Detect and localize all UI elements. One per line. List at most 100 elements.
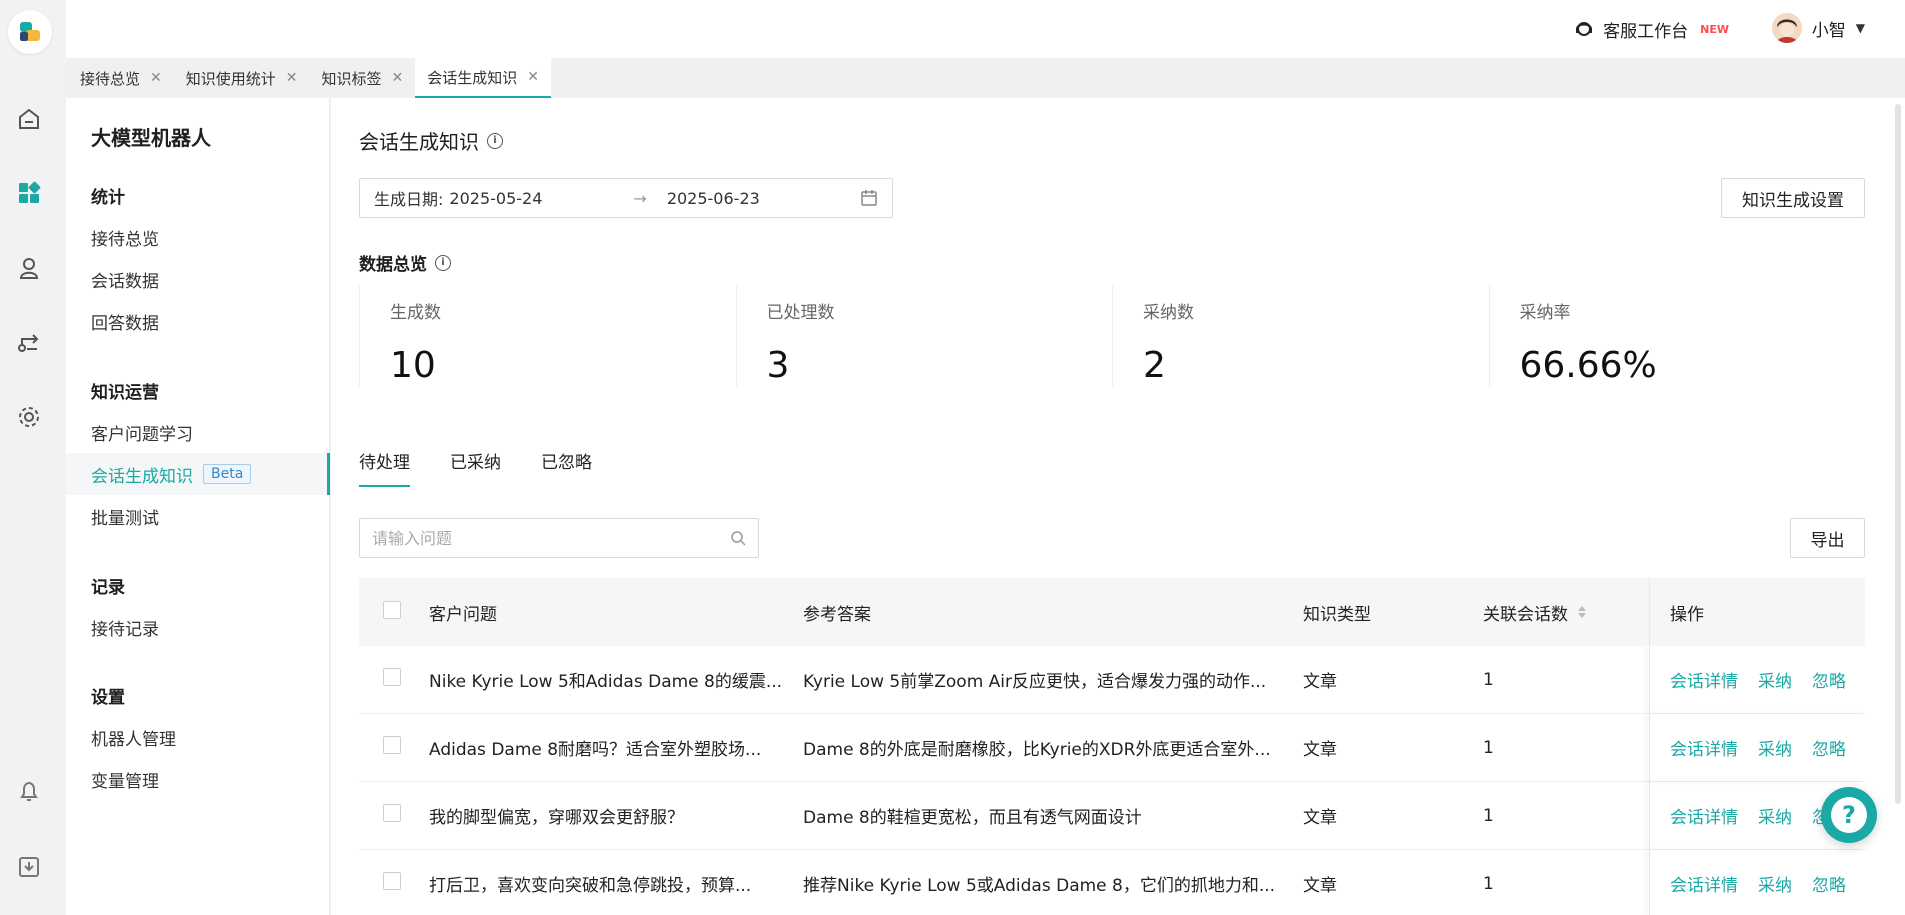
nav-group-knowledge-ops: 知识运营 [91, 383, 159, 403]
col-type: 知识类型 [1303, 604, 1371, 625]
table-row: Adidas Dame 8耐磨吗？适合室外塑胶场... Dame 8的外底是耐磨… [359, 714, 1865, 782]
close-icon[interactable]: ✕ [150, 70, 162, 86]
sidebar-item-session-data[interactable]: 会话数据 [66, 258, 330, 300]
cell-answer: Dame 8的外底是耐磨橡胶，比Kyrie的XDR外底更适合室外... [803, 740, 1271, 760]
stat-value: 3 [766, 345, 790, 386]
end-date[interactable]: 2025-06-23 [667, 189, 860, 208]
stat-processed: 已处理数 3 [735, 286, 1113, 386]
session-detail-link[interactable]: 会话详情 [1670, 667, 1738, 692]
beta-badge: Beta [203, 464, 252, 484]
knowledge-table: 客户问题 参考答案 知识类型 关联会话数 操作 Nike Kyrie Low 5… [359, 578, 1865, 915]
stat-value: 66.66% [1519, 345, 1657, 386]
info-icon[interactable]: i [435, 254, 451, 271]
cell-question: Adidas Dame 8耐磨吗？适合室外塑胶场... [429, 740, 762, 760]
session-detail-link[interactable]: 会话详情 [1670, 871, 1738, 896]
stats-panel: 生成数 10 已处理数 3 采纳数 2 采纳率 66.66% [359, 286, 1865, 386]
chevron-down-icon: ▼ [1855, 21, 1865, 35]
tab-label: 接待总览 [80, 69, 141, 88]
stat-value: 10 [390, 345, 436, 386]
sort-icon[interactable] [1578, 606, 1586, 618]
stat-label: 采纳率 [1519, 303, 1571, 323]
main-content: 会话生成知识 i 生成日期: 2025-05-24 → 2025-06-23 知… [331, 98, 1905, 915]
col-count[interactable]: 关联会话数 [1483, 600, 1649, 625]
agent-icon[interactable] [14, 253, 44, 283]
adopt-link[interactable]: 采纳 [1758, 667, 1792, 692]
sidebar-item-variable-management[interactable]: 变量管理 [66, 758, 330, 800]
table-header: 客户问题 参考答案 知识类型 关联会话数 操作 [359, 578, 1865, 646]
close-icon[interactable]: ✕ [286, 70, 298, 86]
tab-knowledge-usage-stats[interactable]: 知识使用统计 ✕ [174, 58, 310, 98]
tab-label: 会话生成知识 [427, 68, 518, 87]
adopt-link[interactable]: 采纳 [1758, 871, 1792, 896]
stat-generated: 生成数 10 [359, 286, 736, 386]
home-icon[interactable] [14, 104, 44, 134]
session-detail-link[interactable]: 会话详情 [1670, 735, 1738, 760]
table-row: 我的脚型偏宽，穿哪双会更舒服？ Dame 8的鞋楦更宽松，而且有透气网面设计 文… [359, 782, 1865, 850]
scrollbar[interactable] [1895, 104, 1901, 804]
stat-label: 采纳数 [1143, 303, 1194, 323]
table-row: Nike Kyrie Low 5和Adidas Dame 8的缓震... Kyr… [359, 646, 1865, 714]
download-icon[interactable] [14, 852, 44, 882]
info-icon[interactable]: i [487, 132, 503, 149]
search-icon[interactable] [730, 530, 746, 546]
sidebar-item-session-knowledge[interactable]: 会话生成知识 Beta [66, 453, 330, 495]
app-logo[interactable] [8, 10, 52, 54]
tab-knowledge-tags[interactable]: 知识标签 ✕ [310, 58, 416, 98]
logo-icon [20, 22, 40, 41]
sidebar-item-reception-records[interactable]: 接待记录 [66, 606, 330, 648]
col-count-label: 关联会话数 [1483, 604, 1568, 625]
tab-pending[interactable]: 待处理 [359, 448, 410, 487]
stat-value: 2 [1143, 345, 1166, 386]
ignore-link[interactable]: 忽略 [1812, 871, 1846, 896]
row-checkbox[interactable] [383, 668, 401, 686]
row-checkbox[interactable] [383, 804, 401, 822]
search-input[interactable] [372, 528, 730, 548]
bell-icon[interactable] [14, 776, 44, 806]
sidebar-item-question-learning[interactable]: 客户问题学习 [66, 411, 330, 453]
stat-label: 已处理数 [766, 303, 835, 323]
cell-type: 文章 [1303, 672, 1337, 692]
adopt-link[interactable]: 采纳 [1758, 735, 1792, 760]
nav-group-settings: 设置 [91, 688, 125, 708]
page-tabs: 接待总览 ✕ 知识使用统计 ✕ 知识标签 ✕ 会话生成知识 ✕ [66, 58, 1905, 98]
tab-session-knowledge[interactable]: 会话生成知识 ✕ [415, 58, 551, 98]
start-date[interactable]: 2025-05-24 [449, 189, 633, 208]
select-all-checkbox[interactable] [383, 600, 401, 619]
cell-type: 文章 [1303, 808, 1337, 828]
sidebar-item-batch-test[interactable]: 批量测试 [66, 495, 330, 537]
sidebar-title: 大模型机器人 [91, 126, 211, 150]
session-detail-link[interactable]: 会话详情 [1670, 803, 1738, 828]
service-label: 客服工作台 [1603, 21, 1689, 42]
adopt-link[interactable]: 采纳 [1758, 803, 1792, 828]
col-answer: 参考答案 [803, 604, 871, 625]
cell-type: 文章 [1303, 876, 1337, 896]
tab-ignored[interactable]: 已忽略 [541, 448, 592, 487]
export-button[interactable]: 导出 [1790, 518, 1865, 558]
knowledge-settings-button[interactable]: 知识生成设置 [1721, 178, 1865, 218]
settings-gear-icon[interactable] [14, 402, 44, 432]
row-checkbox[interactable] [383, 736, 401, 754]
date-range-picker[interactable]: 生成日期: 2025-05-24 → 2025-06-23 [359, 178, 893, 218]
row-checkbox[interactable] [383, 872, 401, 890]
overview-title: 数据总览 i [359, 250, 451, 275]
help-button[interactable]: ? [1821, 787, 1877, 843]
cell-answer: 推荐Nike Kyrie Low 5或Adidas Dame 8，它们的抓地力和… [803, 876, 1276, 896]
ignore-link[interactable]: 忽略 [1812, 735, 1846, 760]
service-workbench-link[interactable]: 客服工作台 NEW [1573, 15, 1729, 43]
sidebar-item-robot-management[interactable]: 机器人管理 [66, 716, 330, 758]
flow-icon[interactable] [14, 327, 44, 357]
ignore-link[interactable]: 忽略 [1812, 667, 1846, 692]
user-menu[interactable]: 小智 ▼ [1771, 12, 1865, 44]
close-icon[interactable]: ✕ [392, 70, 404, 86]
apps-icon[interactable] [14, 178, 44, 208]
tab-reception-overview[interactable]: 接待总览 ✕ [68, 58, 174, 98]
nav-group-records: 记录 [91, 578, 125, 598]
tab-adopted[interactable]: 已采纳 [450, 448, 501, 487]
close-icon[interactable]: ✕ [527, 69, 539, 85]
sidebar: 大模型机器人 统计 接待总览 会话数据 回答数据 知识运营 客户问题学习 会话生… [66, 98, 330, 915]
tab-label: 知识标签 [321, 69, 382, 88]
calendar-icon [861, 190, 877, 206]
sidebar-item-reception-overview[interactable]: 接待总览 [66, 216, 330, 258]
cell-type: 文章 [1303, 740, 1337, 760]
sidebar-item-answer-data[interactable]: 回答数据 [66, 300, 330, 342]
